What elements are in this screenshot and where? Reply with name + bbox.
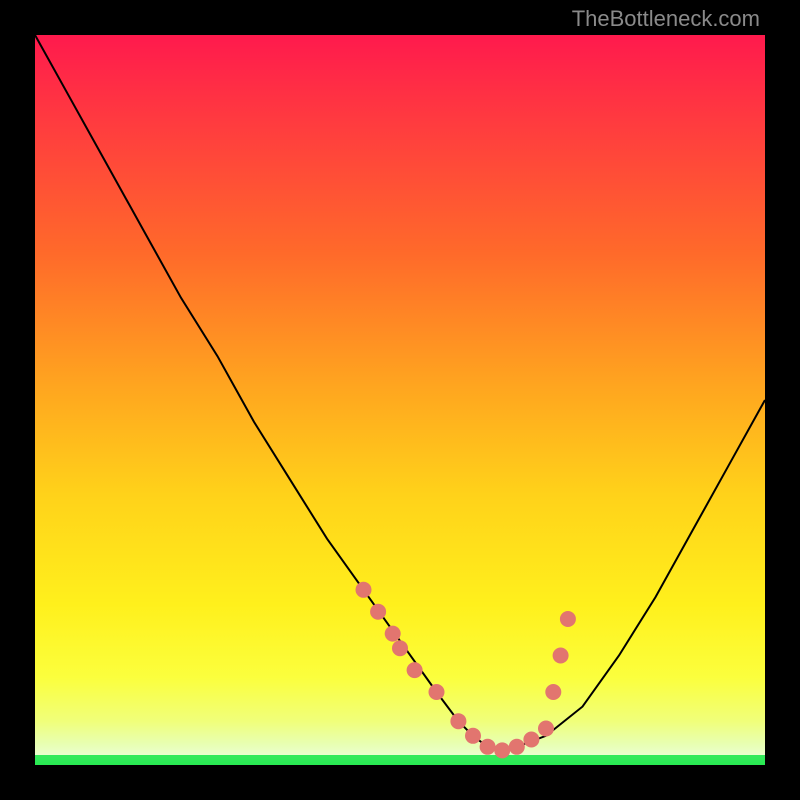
highlight-dot [429, 684, 445, 700]
highlight-dot [407, 662, 423, 678]
highlight-dot [560, 611, 576, 627]
highlight-dot [450, 713, 466, 729]
highlight-dot [509, 739, 525, 755]
highlight-dot [392, 640, 408, 656]
highlight-dots [356, 582, 576, 759]
chart-frame: TheBottleneck.com [0, 0, 800, 800]
highlight-dot [465, 728, 481, 744]
bottleneck-curve-svg [35, 35, 765, 765]
highlight-dot [523, 732, 539, 748]
highlight-dot [545, 684, 561, 700]
watermark-text: TheBottleneck.com [0, 6, 800, 32]
highlight-dot [494, 742, 510, 758]
highlight-dot [553, 648, 569, 664]
highlight-dot [480, 739, 496, 755]
highlight-dot [385, 626, 401, 642]
highlight-dot [538, 721, 554, 737]
highlight-dot [370, 604, 386, 620]
highlight-dot [356, 582, 372, 598]
